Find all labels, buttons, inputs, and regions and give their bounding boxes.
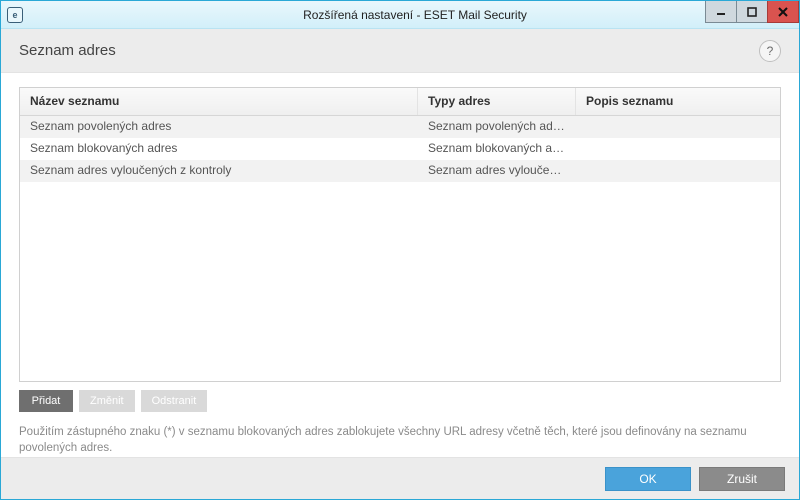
cell-desc	[576, 160, 780, 182]
dialog-body: Název seznamu Typy adres Popis seznamu S…	[1, 73, 799, 457]
cell-types: Seznam povolených adres	[418, 116, 576, 138]
window-title: Rozšířená nastavení - ESET Mail Security	[31, 8, 799, 22]
table-row[interactable]: Seznam povolených adres Seznam povolenýc…	[20, 116, 780, 138]
close-icon	[778, 7, 788, 17]
column-header-types[interactable]: Typy adres	[418, 88, 576, 115]
column-header-name[interactable]: Název seznamu	[20, 88, 418, 115]
edit-button[interactable]: Změnit	[79, 390, 135, 412]
cell-name: Seznam povolených adres	[20, 116, 418, 138]
dialog-window: e Rozšířená nastavení - ESET Mail Securi…	[0, 0, 800, 500]
help-icon: ?	[767, 44, 774, 58]
titlebar[interactable]: e Rozšířená nastavení - ESET Mail Securi…	[1, 1, 799, 29]
cancel-button[interactable]: Zrušit	[699, 467, 785, 491]
table-rows: Seznam povolených adres Seznam povolenýc…	[20, 116, 780, 381]
column-header-desc[interactable]: Popis seznamu	[576, 88, 780, 115]
minimize-icon	[716, 7, 726, 17]
table-row[interactable]: Seznam blokovaných adres Seznam blokovan…	[20, 138, 780, 160]
section-header: Seznam adres ?	[1, 29, 799, 73]
help-button[interactable]: ?	[759, 40, 781, 62]
maximize-icon	[747, 7, 757, 17]
close-button[interactable]	[767, 1, 799, 23]
dialog-footer: OK Zrušit	[1, 457, 799, 499]
ok-button[interactable]: OK	[605, 467, 691, 491]
window-controls	[706, 1, 799, 23]
cell-types: Seznam blokovaných ad...	[418, 138, 576, 160]
cell-types: Seznam adres vyloučený...	[418, 160, 576, 182]
section-title: Seznam adres	[19, 42, 116, 59]
cell-name: Seznam blokovaných adres	[20, 138, 418, 160]
table-header-row: Název seznamu Typy adres Popis seznamu	[20, 88, 780, 116]
cell-desc	[576, 116, 780, 138]
address-list-table: Název seznamu Typy adres Popis seznamu S…	[19, 87, 781, 382]
minimize-button[interactable]	[705, 1, 737, 23]
table-row[interactable]: Seznam adres vyloučených z kontroly Sezn…	[20, 160, 780, 182]
action-button-row: Přidat Změnit Odstranit	[19, 390, 781, 412]
app-icon: e	[7, 7, 23, 23]
hint-text: Použitím zástupného znaku (*) v seznamu …	[19, 424, 781, 456]
cell-name: Seznam adres vyloučených z kontroly	[20, 160, 418, 182]
cell-desc	[576, 138, 780, 160]
remove-button[interactable]: Odstranit	[141, 390, 208, 412]
maximize-button[interactable]	[736, 1, 768, 23]
add-button[interactable]: Přidat	[19, 390, 73, 412]
